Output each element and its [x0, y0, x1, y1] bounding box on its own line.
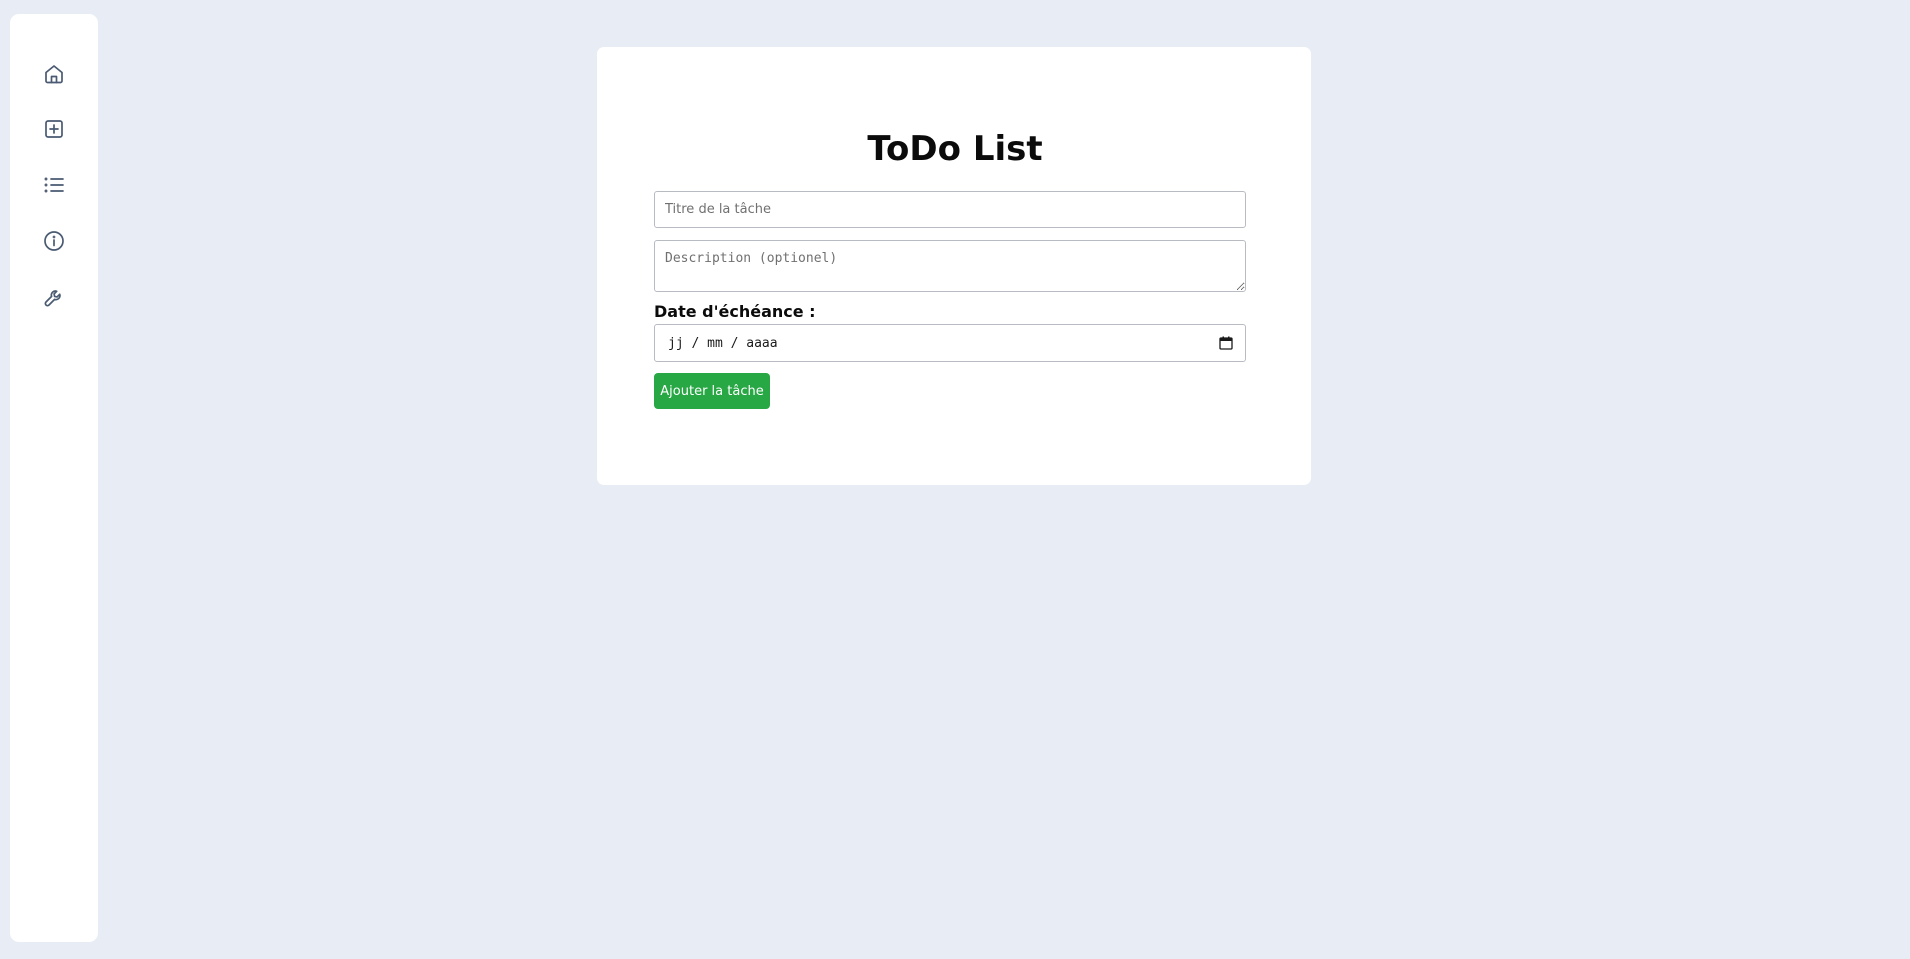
wrench-icon [44, 290, 61, 307]
sidebar-item-info[interactable] [10, 217, 98, 265]
calendar-icon[interactable] [1219, 336, 1233, 350]
home-icon [45, 65, 63, 84]
task-title-input[interactable] [654, 191, 1246, 228]
sidebar-item-home[interactable] [10, 50, 98, 98]
due-date-input[interactable]: jj / mm / aaaa [654, 324, 1246, 362]
info-icon [44, 231, 64, 251]
page-title: ToDo List [867, 129, 1043, 169]
due-date-label: Date d'échéance : [654, 302, 816, 321]
task-description-input[interactable] [654, 240, 1246, 292]
sidebar-item-settings[interactable] [10, 273, 98, 321]
add-task-button[interactable]: Ajouter la tâche [654, 373, 770, 409]
due-date-placeholder: jj / mm / aaaa [668, 335, 778, 351]
